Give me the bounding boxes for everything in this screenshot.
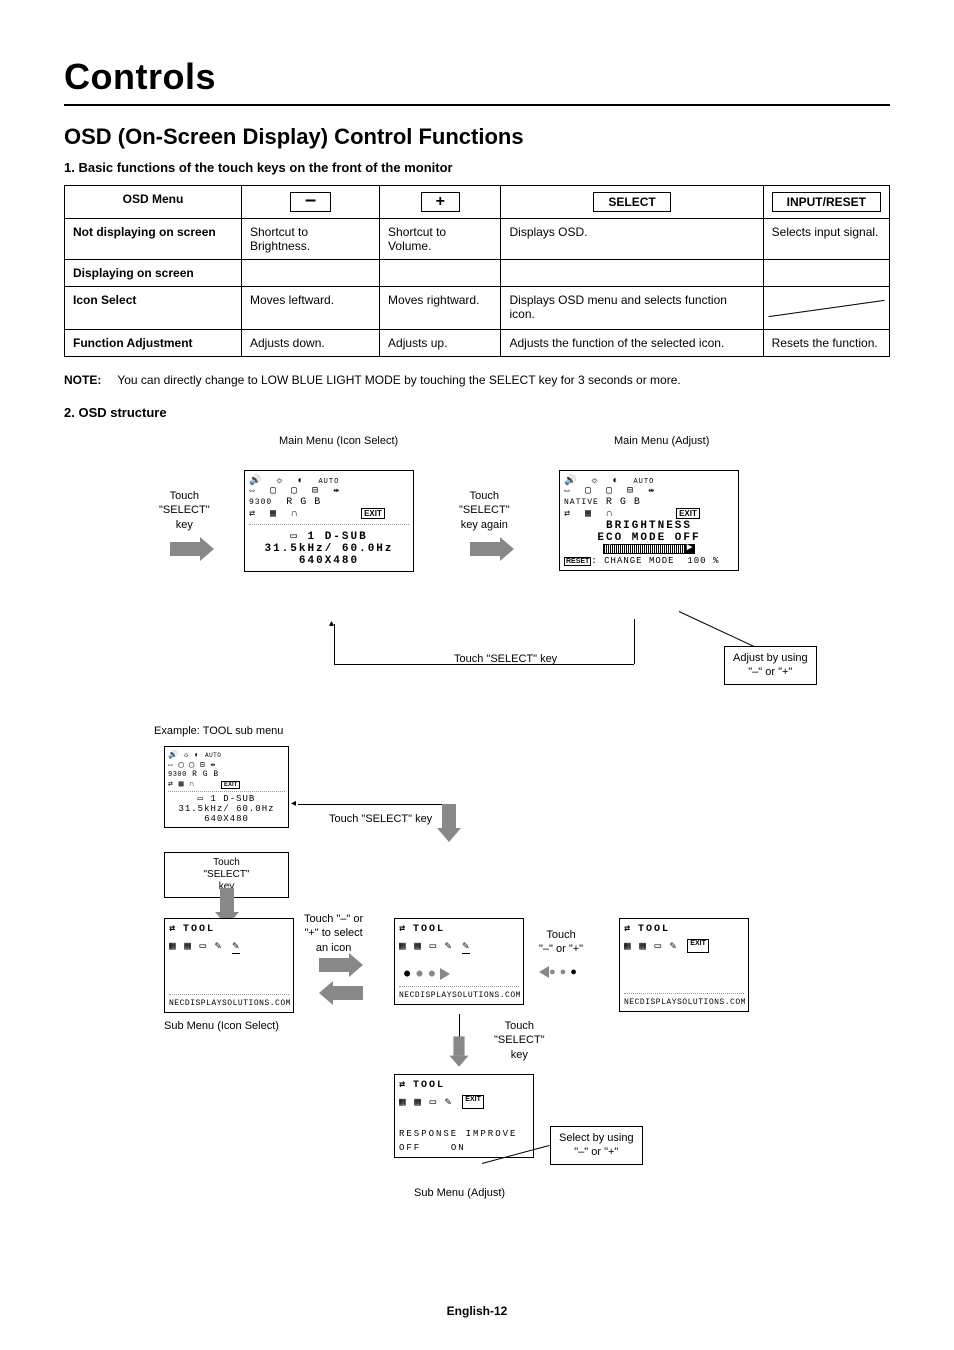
osd-flow-diagram: Main Menu (Icon Select) Main Menu (Adjus… bbox=[64, 434, 890, 1264]
section-title: OSD (On-Screen Display) Control Function… bbox=[64, 124, 890, 150]
label-touch-select-3: Touch"SELECT"key bbox=[494, 1019, 545, 1062]
th-osd-menu: OSD Menu bbox=[65, 186, 242, 219]
label-main-menu-icon: Main Menu (Icon Select) bbox=[279, 434, 398, 448]
note: NOTE:You can directly change to LOW BLUE… bbox=[64, 373, 890, 387]
arrow-icon bbox=[319, 958, 349, 972]
table-row: Displaying on screen bbox=[65, 260, 890, 287]
page-footer: English-12 bbox=[0, 1304, 954, 1318]
title-rule bbox=[64, 104, 890, 106]
callout-adjust-by: Adjust by using"–" or "+" bbox=[724, 646, 817, 685]
th-input-reset: INPUT/RESET bbox=[763, 186, 889, 219]
arrow-icon bbox=[319, 986, 363, 1000]
label-touch-select-again: Touch"SELECT"key again bbox=[459, 489, 510, 532]
arrow-icon bbox=[442, 804, 456, 828]
arrow-icon bbox=[453, 1036, 464, 1055]
diagonal-cell bbox=[763, 287, 889, 330]
label-touch-select-loop: Touch "SELECT" key bbox=[454, 652, 557, 666]
arrow-icon bbox=[220, 888, 234, 912]
label-touch-select-2: Touch "SELECT" key bbox=[329, 812, 432, 826]
osd-tool-panel-2: ⇄ TOOL ▦ ▦ ▭ ✎ ✎ ●●● NECDISPLAYSOLUTIONS… bbox=[394, 918, 524, 1005]
label-sub-menu-icon: Sub Menu (Icon Select) bbox=[164, 1019, 279, 1033]
table-row: Icon Select Moves leftward. Moves rightw… bbox=[65, 287, 890, 330]
osd-tool-panel-1: ⇄ TOOL ▦ ▦ ▭ ✎ ✎ NECDISPLAYSOLUTIONS.COM bbox=[164, 918, 294, 1013]
label-touch-pm: Touch"–" or "+" bbox=[539, 928, 583, 957]
label-example: Example: TOOL sub menu bbox=[154, 724, 283, 738]
osd-panel-main-iconselect: 🔊 ☼ ◐ AUTO ⇔ ▢ ▢ ⊟ ⇹ 9300 R G B ⇄ ▦ ∩ EX… bbox=[244, 470, 414, 572]
th-minus: – bbox=[242, 186, 380, 219]
callout-select-by: Select by using"–" or "+" bbox=[550, 1126, 643, 1165]
label-main-menu-adjust: Main Menu (Adjust) bbox=[614, 434, 709, 448]
osd-tool-panel-3: ⇄ TOOL ▦ ▦ ▭ ✎ EXIT NECDISPLAYSOLUTIONS.… bbox=[619, 918, 749, 1012]
osd-panel-small: 🔊 ☼ ◐ AUTO ⇔ ▢ ▢ ⊟ ⇹ 9300 R G B ⇄ ▦ ∩ EX… bbox=[164, 746, 289, 828]
label-touch-select-key: Touch"SELECT"key bbox=[159, 489, 210, 532]
arrow-icon bbox=[170, 542, 200, 556]
osd-table: OSD Menu – + SELECT INPUT/RESET Not disp… bbox=[64, 185, 890, 357]
sub-heading-1: 1. Basic functions of the touch keys on … bbox=[64, 160, 890, 175]
label-touch-pm-select: Touch "–" or"+" to selectan icon bbox=[304, 912, 363, 955]
arrow-icon bbox=[470, 542, 500, 556]
osd-tool-panel-adjust: ⇄ TOOL ▦ ▦ ▭ ✎ EXIT RESPONSE IMPROVE OFF… bbox=[394, 1074, 534, 1158]
table-row: Function Adjustment Adjusts down. Adjust… bbox=[65, 330, 890, 357]
th-select: SELECT bbox=[501, 186, 763, 219]
osd-panel-main-adjust: 🔊 ☼ ◐ AUTO ⇔ ▢ ▢ ⊟ ⇹ NATIVE R G B ⇄ ▦ ∩ … bbox=[559, 470, 739, 571]
label-sub-menu-adjust: Sub Menu (Adjust) bbox=[414, 1186, 505, 1200]
th-plus: + bbox=[380, 186, 501, 219]
table-row: Not displaying on screen Shortcut to Bri… bbox=[65, 219, 890, 260]
sub-heading-2: 2. OSD structure bbox=[64, 405, 890, 420]
page-title: Controls bbox=[64, 56, 890, 98]
